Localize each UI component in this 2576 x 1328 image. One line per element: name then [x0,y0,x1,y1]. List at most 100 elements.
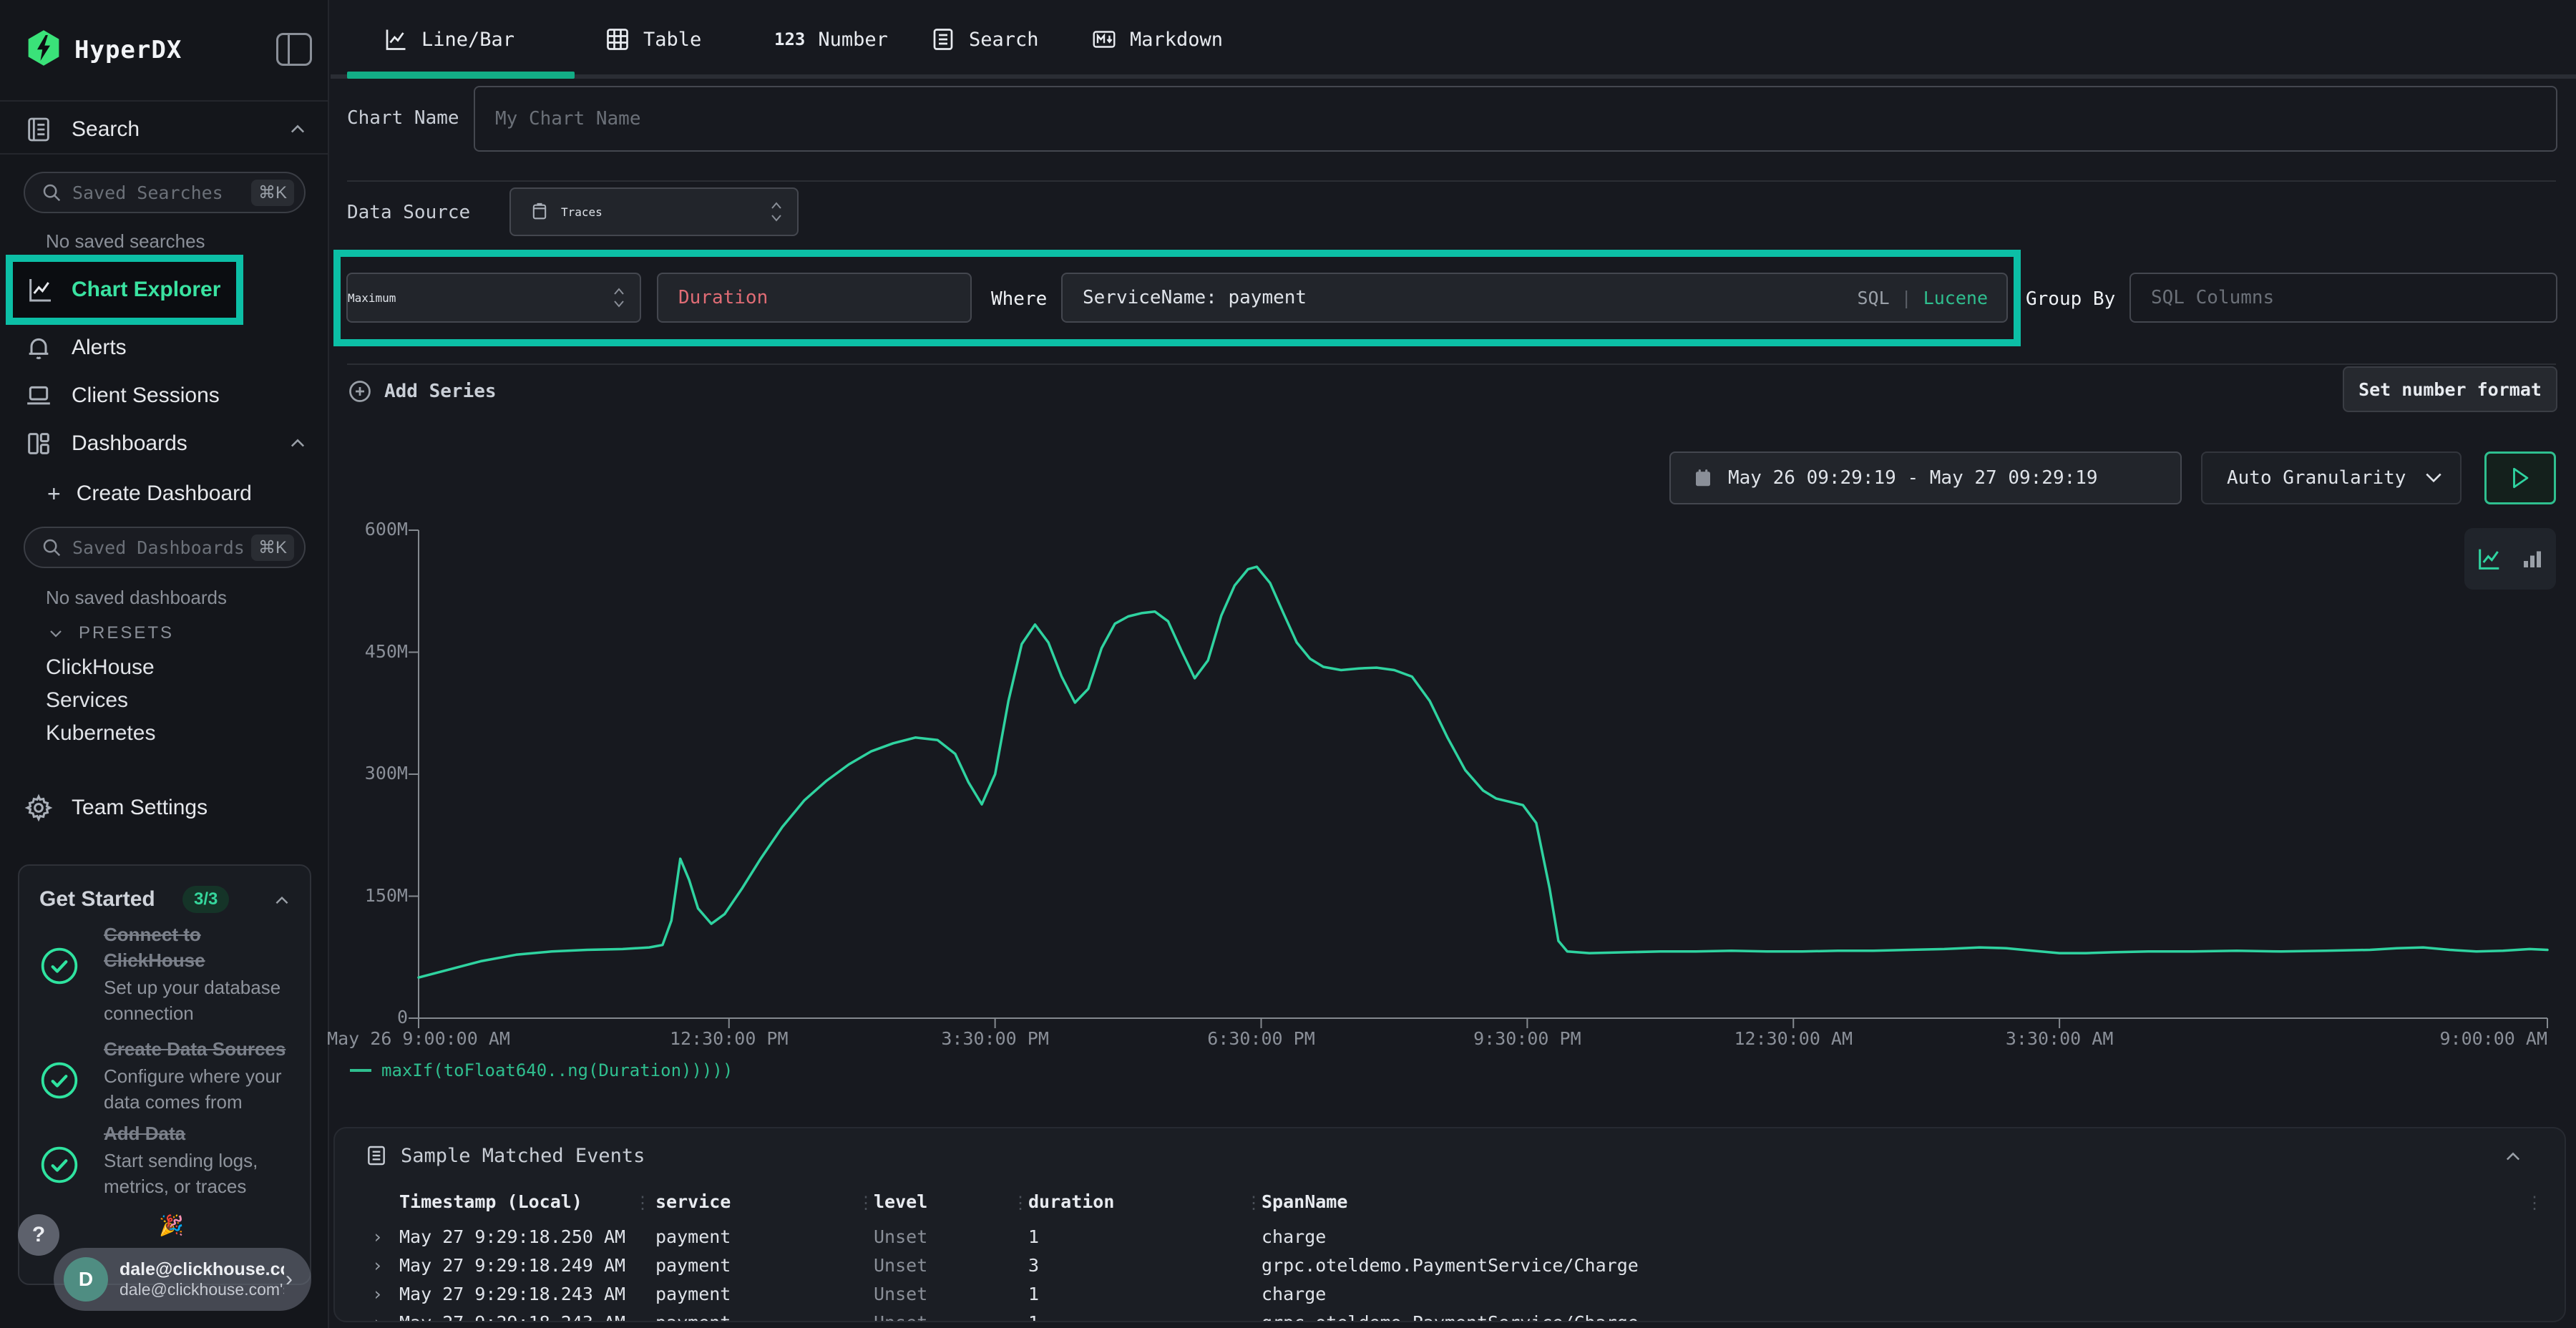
row-expand-chevron-icon[interactable]: › [372,1312,383,1322]
chart-name-label: Chart Name [347,107,459,129]
saved-dashboards-placeholder: Saved Dashboards [72,537,245,558]
saved-dashboards-input[interactable]: Saved Dashboards ⌘K [24,527,306,568]
table-row[interactable]: ›May 27 9:29:18.250 AMpaymentUnset1charg… [335,1226,2566,1255]
sidebar-item-label: Dashboards [72,431,187,456]
sidebar-preset-item[interactable]: Services [46,688,128,720]
chevron-right-icon: › [286,1267,293,1292]
hyperdx-logo-icon [24,29,63,67]
column-header[interactable]: duration [1028,1191,1114,1212]
column-header[interactable]: Timestamp (Local) [399,1191,582,1212]
group-by-input[interactable]: SQL Columns [2129,273,2557,323]
tab-label: Search [969,29,1039,51]
cell-timestamp: May 27 9:29:18.250 AM [399,1226,625,1247]
get-started-item-title: Create Data Sources [104,1036,293,1062]
sidebar-item-client-sessions[interactable]: Client Sessions [0,374,329,418]
chevron-up-icon [288,119,308,140]
cell-spanname: grpc.oteldemo.PaymentService/Charge [1262,1312,1639,1322]
x-axis-tick-label: 3:30:00 PM [941,1028,1049,1049]
sidebar-collapse-icon[interactable] [276,33,312,66]
get-started-item[interactable]: Add DataStart sending logs, metrics, or … [39,1120,294,1199]
tab-markdown[interactable]: Markdown [1091,20,1223,59]
tab-table[interactable]: Table [605,20,701,59]
sidebar-preset-item[interactable]: ClickHouse [46,655,155,687]
set-number-format-button[interactable]: Set number format [2343,366,2557,412]
table-row[interactable]: ›May 27 9:29:18.249 AMpaymentUnset3grpc.… [335,1255,2566,1284]
chevron-up-icon[interactable] [273,892,291,910]
divider [0,100,329,102]
chart-legend: maxIf(toFloat640..ng(Duration))))) [350,1060,733,1080]
sidebar-preset-item[interactable]: Kubernetes [46,721,155,753]
column-resize-handle[interactable]: ⋮ [1245,1193,1249,1214]
number-123-icon: 123 [774,29,805,49]
sidebar-item-chart-explorer[interactable]: Chart Explorer [13,262,236,318]
get-started-item-title: Add Data [104,1120,293,1146]
row-expand-chevron-icon[interactable]: › [372,1284,383,1304]
column-resize-handle[interactable]: ⋮ [1012,1193,1016,1214]
divider [0,153,329,155]
help-button[interactable]: ? [18,1214,59,1256]
run-query-button[interactable] [2484,451,2556,504]
create-dashboard-button[interactable]: + Create Dashboard [0,475,329,512]
user-team-name: dale@clickhouse.com's [119,1280,284,1299]
get-started-title: Get Started [39,887,155,912]
sidebar-item-label: Client Sessions [72,384,220,408]
field-input[interactable]: Duration [657,273,972,323]
field-value: Duration [678,287,768,308]
divider [347,180,2556,182]
get-started-item[interactable]: Connect to ClickHouseSet up your databas… [39,922,294,1026]
row-expand-chevron-icon[interactable]: › [372,1226,383,1247]
aggregation-value: Maximum [348,291,396,305]
chevron-up-icon[interactable] [2503,1147,2523,1167]
tab-line-bar[interactable]: Line/Bar [383,20,514,59]
sidebar-item-team-settings[interactable]: Team Settings [0,786,329,830]
cell-level: Unset [874,1284,927,1304]
table-row[interactable]: ›May 27 9:29:18.243 AMpaymentUnset1grpc.… [335,1312,2566,1322]
sidebar-item-search[interactable]: Search [0,107,329,152]
column-resize-handle[interactable]: ⋮ [634,1193,638,1214]
sidebar-item-label: Team Settings [72,796,208,820]
granularity-select[interactable]: Auto Granularity [2201,451,2462,504]
x-axis-tick-label: 9:00:00 AM [2439,1028,2547,1049]
saved-searches-placeholder: Saved Searches [72,182,223,203]
column-header[interactable]: service [655,1191,731,1212]
chart-name-input[interactable]: My Chart Name [474,86,2557,152]
get-started-item-title: Connect to ClickHouse [104,922,293,973]
sidebar-item-dashboards[interactable]: Dashboards [0,421,329,466]
date-range-picker[interactable]: May 26 09:29:19 - May 27 09:29:19 [1669,451,2182,504]
row-expand-chevron-icon[interactable]: › [372,1255,383,1276]
bell-icon [24,333,53,362]
x-axis-tick-label: 12:30:00 PM [670,1028,789,1049]
sidebar-item-alerts[interactable]: Alerts [0,326,329,370]
cell-spanname: charge [1262,1226,1326,1247]
get-started-item-desc: Start sending logs, metrics, or traces [104,1148,293,1199]
tab-search[interactable]: Search [930,20,1039,59]
column-resize-handle[interactable]: ⋮ [2526,1193,2530,1214]
get-started-item-text: Create Data SourcesConfigure where your … [104,1036,293,1115]
main-content: Line/Bar Table 123 Number Search Markdow… [331,0,2576,1328]
timeseries-chart[interactable] [419,526,2547,1034]
get-started-item[interactable]: Create Data SourcesConfigure where your … [39,1036,294,1115]
lucene-language-toggle[interactable]: Lucene [1923,288,1988,308]
plus-circle-icon [347,379,373,404]
table-row[interactable]: ›May 27 9:29:18.243 AMpaymentUnset1charg… [335,1284,2566,1312]
tab-label: Line/Bar [421,29,514,51]
search-section-icon [24,115,53,144]
x-axis-tick-label: May 26 9:00:00 AM [327,1028,510,1049]
add-series-button[interactable]: Add Series [347,374,497,409]
column-header[interactable]: level [874,1191,927,1212]
column-resize-handle[interactable]: ⋮ [857,1193,862,1214]
where-input[interactable]: ServiceName: payment SQL | Lucene [1061,273,2008,323]
group-by-placeholder: SQL Columns [2151,287,2274,308]
saved-searches-input[interactable]: Saved Searches ⌘K [24,172,306,213]
aggregation-select[interactable]: Maximum [346,273,641,323]
where-value: ServiceName: payment [1083,287,1307,308]
get-started-item-desc: Set up your database connection [104,975,293,1026]
data-source-select[interactable]: Traces [509,187,799,236]
user-menu[interactable]: D dale@clickhouse.com dale@clickhouse.co… [54,1248,311,1311]
kbd-shortcut-badge: ⌘K [251,180,294,206]
tab-number[interactable]: 123 Number [774,20,888,59]
events-header: Sample Matched Events [365,1144,645,1167]
presets-toggle[interactable]: PRESETS [0,617,329,650]
sql-language-toggle[interactable]: SQL [1857,288,1889,308]
column-header[interactable]: SpanName [1262,1191,1347,1212]
